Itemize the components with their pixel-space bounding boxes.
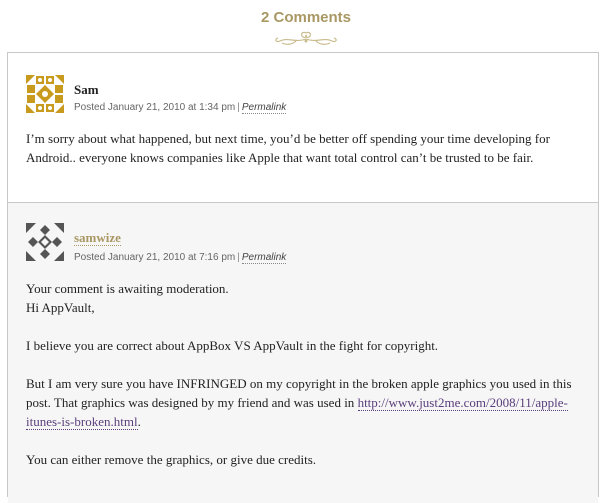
ornament-flourish-icon [275,31,337,45]
permalink-link[interactable]: Permalink [241,102,287,114]
comment-meta: Posted January 21, 2010 at 1:34 pm | Perma… [74,102,287,114]
permalink-link[interactable]: Permalink [241,252,287,264]
comment-body: Your comment is awaiting moderation. Hi … [26,279,586,469]
comment-paragraph-end: . [137,414,141,429]
comment-timestamp: Posted January 21, 2010 at 7:16 pm [74,252,236,263]
avatar-identicon-icon [26,75,64,113]
comment-author[interactable]: Sam [74,82,99,98]
comment-author-link[interactable]: samwize [74,231,121,246]
comment-item: samwize Posted January 21, 2010 at 7:16 … [8,203,598,503]
moderation-notice: Your comment is awaiting moderation. [26,281,229,296]
comment-item: Sam Posted January 21, 2010 at 1:34 pm | P… [8,53,598,203]
comment-paragraph: I believe you are correct about AppBox V… [26,338,439,353]
comment-body: I’m sorry about what happened, but next … [26,129,586,167]
meta-separator: | [237,252,240,263]
comment-paragraph: You can either remove the graphics, or g… [26,452,317,467]
comments-list: Sam Posted January 21, 2010 at 1:34 pm | P… [7,52,599,503]
comment-text: I’m sorry about what happened, but next … [26,131,550,165]
comments-count-title: 2 Comments [260,9,352,26]
comment-meta: Posted January 21, 2010 at 7:16 pm | Perma… [74,252,287,264]
comments-header: 2 Comments [0,0,612,52]
avatar-identicon-icon [26,223,64,261]
comment-paragraph: But I am very sure you have INFRINGED on… [26,374,586,431]
comment-greeting: Hi AppVault, [26,300,95,315]
comment-timestamp: Posted January 21, 2010 at 1:34 pm [74,102,236,113]
meta-separator: | [237,102,240,113]
